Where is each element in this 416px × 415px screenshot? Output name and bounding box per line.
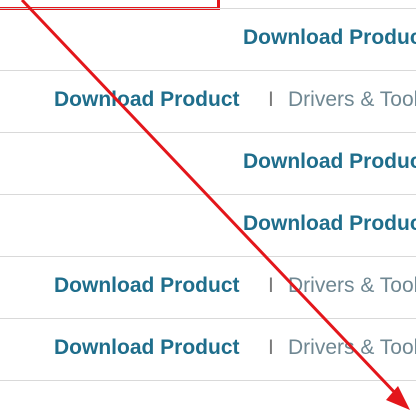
separator: I [268, 88, 274, 111]
separator: I [268, 336, 274, 359]
download-product-link[interactable]: Download Product [243, 150, 416, 174]
drivers-tools-link[interactable]: Drivers & Tools [288, 88, 416, 112]
list-item: Download Product [0, 195, 416, 257]
drivers-tools-link[interactable]: Drivers & Tools [288, 274, 416, 298]
list-item: Download Product [0, 9, 416, 71]
download-product-link[interactable]: Download Product [243, 26, 416, 50]
list-item: Download Product I Drivers & Tools [0, 71, 416, 133]
list-item: Download Product [0, 133, 416, 195]
download-product-link[interactable]: Download Product [54, 274, 240, 298]
download-product-link[interactable]: Download Product [243, 212, 416, 236]
download-product-link[interactable]: Download Product [54, 336, 240, 360]
download-list: Download Product Download Product I Driv… [0, 8, 416, 381]
arrow-head [386, 386, 410, 410]
list-item: Download Product I Drivers & Tools [0, 257, 416, 319]
drivers-tools-link[interactable]: Drivers & Tools [288, 336, 416, 360]
separator: I [268, 274, 274, 297]
list-item: Download Product I Drivers & Tools [0, 319, 416, 381]
download-product-link[interactable]: Download Product [54, 88, 240, 112]
